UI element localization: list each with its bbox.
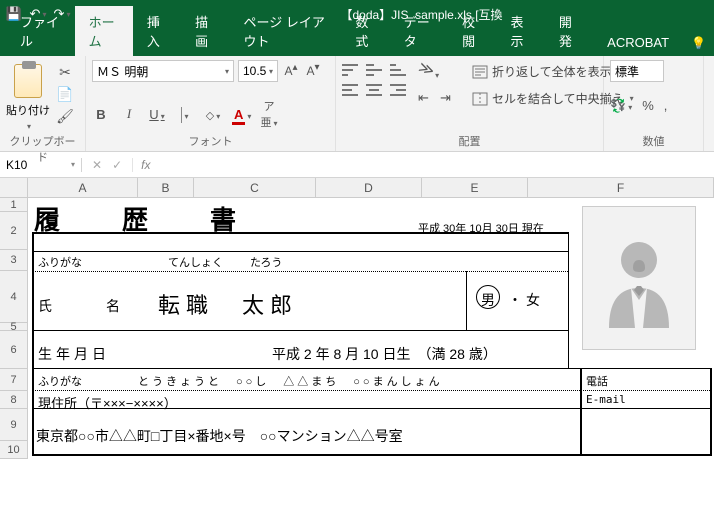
birth-value[interactable]: 平成 2 年 8 月 10 日生 （満 28 歳）: [272, 344, 497, 364]
align-right-icon[interactable]: [390, 84, 406, 96]
align-top-icon[interactable]: [342, 64, 358, 76]
row-header[interactable]: 8: [0, 391, 27, 409]
gender-separator: ・: [508, 290, 522, 310]
tab-data[interactable]: データ: [390, 6, 448, 56]
orientation-icon[interactable]: ≫▾: [416, 58, 460, 89]
select-all-corner[interactable]: [0, 178, 28, 197]
col-header-C[interactable]: C: [194, 178, 316, 197]
tab-pagelayout[interactable]: ページ レイアウト: [229, 6, 341, 56]
email-label[interactable]: E-mail: [586, 393, 626, 406]
addr-furigana-label[interactable]: ふりがな: [38, 373, 82, 389]
tel-label[interactable]: 電話: [586, 373, 608, 389]
tab-file[interactable]: ファイル: [6, 6, 75, 56]
italic-button[interactable]: I: [120, 106, 138, 122]
row-header[interactable]: 1: [0, 198, 27, 212]
fill-color-button[interactable]: ◇▾: [204, 107, 222, 122]
col-header-F[interactable]: F: [528, 178, 714, 197]
furigana-label[interactable]: ふりがな: [38, 254, 82, 270]
row-header[interactable]: 10: [0, 441, 27, 459]
decrease-font-icon[interactable]: A▾: [304, 62, 322, 80]
align-center-icon[interactable]: [366, 84, 382, 96]
phonetic-button[interactable]: ア亜▾: [260, 98, 278, 130]
fx-icon[interactable]: fx: [133, 158, 158, 172]
bold-button[interactable]: B: [92, 107, 110, 122]
tab-formulas[interactable]: 数式: [341, 6, 389, 56]
row-header[interactable]: 4: [0, 271, 27, 323]
format-painter-icon[interactable]: 🖌: [56, 108, 74, 124]
paste-label: 貼り付け: [6, 102, 50, 118]
alignment-group-label: 配置: [342, 131, 597, 149]
font-name-combo[interactable]: ＭＳ 明朝▾: [92, 60, 234, 82]
number-group-label: 数値: [610, 131, 697, 149]
col-header-A[interactable]: A: [28, 178, 138, 197]
col-header-D[interactable]: D: [316, 178, 422, 197]
gender-female[interactable]: 女: [526, 290, 540, 310]
font-group-label: フォント: [92, 131, 329, 149]
tab-acrobat[interactable]: ACROBAT: [593, 29, 683, 56]
chevron-down-icon[interactable]: ▾: [27, 122, 31, 131]
tab-home[interactable]: ホーム: [75, 6, 133, 56]
tab-view[interactable]: 表示: [497, 6, 545, 56]
increase-font-icon[interactable]: A▴: [282, 62, 300, 80]
font-size-combo[interactable]: 10.5▾: [238, 60, 278, 82]
tab-developer[interactable]: 開発: [545, 6, 593, 56]
name-label[interactable]: 氏 名: [38, 296, 140, 316]
addr-label[interactable]: 現住所（〒×××−××××）: [38, 393, 177, 412]
copy-icon[interactable]: 📄: [56, 86, 74, 102]
row-header[interactable]: 3: [0, 250, 27, 271]
row-header[interactable]: 2: [0, 212, 27, 250]
cancel-formula-icon[interactable]: ✕: [92, 158, 102, 172]
name-furigana-sei[interactable]: てんしょく: [168, 254, 223, 270]
birth-label[interactable]: 生年月日: [38, 344, 110, 364]
align-bottom-icon[interactable]: [390, 64, 406, 76]
accounting-format-icon[interactable]: 💱▾: [610, 98, 632, 114]
clipboard-group-label: クリップボード: [6, 131, 79, 165]
tab-insert[interactable]: 挿入: [133, 6, 181, 56]
border-button[interactable]: ▾: [176, 107, 194, 122]
addr-value[interactable]: 東京都○○市△△町□丁目×番地×号 ○○マンション△△号室: [36, 426, 403, 446]
row-header[interactable]: 5: [0, 323, 27, 331]
photo-placeholder[interactable]: [582, 206, 696, 350]
percent-format-icon[interactable]: %: [642, 98, 654, 114]
number-format-combo[interactable]: 標準: [610, 60, 664, 82]
tab-review[interactable]: 校閲: [448, 6, 496, 56]
row-header[interactable]: 9: [0, 409, 27, 441]
comma-format-icon[interactable]: ,: [664, 98, 668, 114]
align-left-icon[interactable]: [342, 84, 358, 96]
tab-draw[interactable]: 描画: [181, 6, 229, 56]
gender-selected-circle: [476, 285, 500, 309]
tell-me-icon[interactable]: 💡: [683, 30, 714, 56]
decrease-indent-icon[interactable]: ⇤: [418, 90, 436, 106]
cut-icon[interactable]: ✂: [56, 64, 74, 80]
align-middle-icon[interactable]: [366, 64, 382, 76]
col-header-B[interactable]: B: [138, 178, 194, 197]
row-header[interactable]: 7: [0, 369, 27, 391]
name-furigana-mei[interactable]: たろう: [250, 254, 282, 270]
name-value[interactable]: 転職 太郎: [158, 288, 298, 320]
col-header-E[interactable]: E: [422, 178, 528, 197]
addr-furigana[interactable]: とうきょうと ○○し △△まち ○○まんしょん: [138, 373, 443, 389]
row-header[interactable]: 6: [0, 331, 27, 369]
font-color-button[interactable]: A▾: [232, 107, 250, 122]
paste-icon: [14, 64, 42, 98]
enter-formula-icon[interactable]: ✓: [112, 158, 122, 172]
paste-button[interactable]: 貼り付け ▾: [6, 60, 50, 131]
increase-indent-icon[interactable]: ⇥: [440, 90, 458, 106]
underline-button[interactable]: U▾: [148, 107, 166, 122]
